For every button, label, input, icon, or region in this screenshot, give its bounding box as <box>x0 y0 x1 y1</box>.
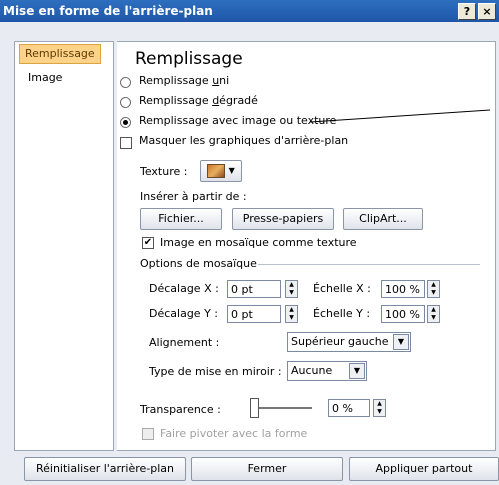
texture-dropdown[interactable]: ▼ <box>200 160 242 182</box>
clipboard-button[interactable]: Presse-papiers <box>232 208 334 230</box>
rotate-with-shape-label: Faire pivoter avec la forme <box>160 427 308 440</box>
radio-solid-fill[interactable] <box>120 77 131 88</box>
mirror-value: Aucune <box>291 364 333 377</box>
offset-x-label: Décalage X : <box>149 282 219 295</box>
transparency-spinner[interactable]: ▲ ▼ <box>373 399 386 417</box>
chevron-down-icon[interactable]: ▼ <box>349 363 365 379</box>
apply-all-button[interactable]: Appliquer partout <box>349 457 499 481</box>
hide-graphics-checkbox[interactable] <box>120 137 132 149</box>
tile-texture-checkbox[interactable]: ✔ <box>142 237 154 249</box>
alignment-value: Supérieur gauche <box>291 335 389 348</box>
mirror-label: Type de mise en miroir : <box>149 365 282 378</box>
scale-y-label: Échelle Y : <box>313 307 371 320</box>
transparency-slider-handle[interactable] <box>250 398 259 418</box>
help-button[interactable]: ? <box>458 3 476 20</box>
close-button[interactable]: Fermer <box>191 457 343 481</box>
radio-picture-fill[interactable] <box>120 117 131 128</box>
file-button[interactable]: Fichier... <box>140 208 222 230</box>
scale-x-label: Échelle X : <box>313 282 371 295</box>
texture-label: Texture : <box>140 165 188 178</box>
scale-y-input[interactable]: 100 % <box>381 305 425 323</box>
radio-gradient-fill-label[interactable]: Remplissage dégradé <box>139 94 258 107</box>
chevron-down-icon: ▼ <box>228 166 235 175</box>
rotate-with-shape-checkbox[interactable] <box>142 428 154 440</box>
callout-arrow <box>310 109 491 123</box>
sidebar-item-fill[interactable]: Remplissage <box>19 44 101 64</box>
radio-solid-fill-label[interactable]: Remplissage uni <box>139 74 229 87</box>
radio-picture-fill-label[interactable]: Remplissage avec image ou texture <box>139 114 336 127</box>
window-title: Mise en forme de l'arrière-plan <box>3 4 213 18</box>
tile-texture-label[interactable]: Image en mosaïque comme texture <box>160 236 357 249</box>
reset-background-button[interactable]: Réinitialiser l'arrière-plan <box>24 457 186 481</box>
offset-y-spinner[interactable]: ▲ ▼ <box>285 305 298 323</box>
transparency-label: Transparence : <box>140 403 221 416</box>
scale-x-spinner[interactable]: ▲ ▼ <box>427 280 440 298</box>
transparency-input[interactable]: 0 % <box>328 399 370 417</box>
chevron-down-icon[interactable]: ▼ <box>393 334 409 350</box>
radio-gradient-fill[interactable] <box>120 97 131 108</box>
alignment-label: Alignement : <box>149 336 220 349</box>
scale-y-spinner[interactable]: ▲ ▼ <box>427 305 440 323</box>
clipart-button[interactable]: ClipArt... <box>343 208 423 230</box>
offset-x-spinner[interactable]: ▲ ▼ <box>285 280 298 298</box>
texture-swatch-icon <box>207 164 226 178</box>
offset-x-input[interactable]: 0 pt <box>227 280 281 298</box>
offset-y-input[interactable]: 0 pt <box>227 305 281 323</box>
title-bar: Mise en forme de l'arrière-plan ? × <box>0 0 499 22</box>
tiling-options-label: Options de mosaïque <box>140 257 257 270</box>
offset-y-label: Décalage Y : <box>149 307 218 320</box>
insert-from-label: Insérer à partir de : <box>140 190 247 203</box>
hide-graphics-label[interactable]: Masquer les graphiques d'arrière-plan <box>139 134 348 147</box>
sidebar-item-image[interactable]: Image <box>23 69 67 87</box>
panel-heading: Remplissage <box>135 49 243 69</box>
section-divider <box>258 264 480 265</box>
close-window-button[interactable]: × <box>478 3 496 20</box>
category-sidebar <box>14 41 114 451</box>
transparency-track[interactable] <box>252 407 312 409</box>
scale-x-input[interactable]: 100 % <box>381 280 425 298</box>
